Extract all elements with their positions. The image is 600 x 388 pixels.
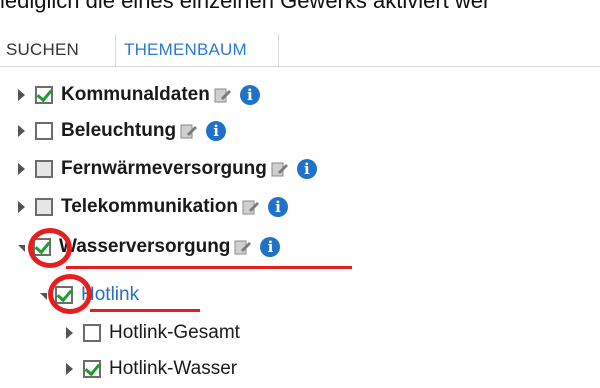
annotation-underline [90, 309, 200, 312]
info-icon[interactable]: i [296, 159, 317, 179]
collapse-arrow-icon[interactable] [40, 292, 47, 300]
checkbox[interactable] [83, 360, 101, 378]
edit-icon[interactable] [234, 238, 252, 256]
expand-arrow-icon[interactable] [18, 125, 25, 137]
tree-item-label: Kommunaldaten [61, 84, 210, 105]
annotation-circle [28, 228, 72, 268]
tree-item-hotlink-wasser[interactable]: Hotlink-Wasser [66, 354, 237, 384]
expand-arrow-icon[interactable] [66, 327, 73, 339]
annotation-underline [66, 266, 352, 269]
info-icon[interactable]: i [260, 237, 281, 257]
tree-item-label: Wasserversorgung [59, 236, 231, 257]
expand-arrow-icon[interactable] [18, 89, 25, 101]
tree-item-telekommunikation[interactable]: Telekommunikation i [18, 192, 289, 222]
tree-item-beleuchtung[interactable]: Beleuchtung i [18, 116, 227, 146]
info-icon[interactable]: i [268, 197, 289, 217]
tree-item-hotlink-gesamt[interactable]: Hotlink-Gesamt [66, 318, 240, 348]
edit-icon[interactable] [180, 122, 198, 140]
info-icon[interactable]: i [206, 121, 227, 141]
checkbox[interactable] [35, 160, 53, 178]
tree-item-label: Hotlink-Wasser [109, 358, 238, 379]
tree-item-label: Hotlink-Gesamt [109, 322, 240, 343]
tab-themenbaum[interactable]: THEMENBAUM [124, 40, 247, 60]
checkbox[interactable] [35, 198, 53, 216]
tree-item-kommunaldaten[interactable]: Kommunaldaten i [18, 80, 260, 110]
checkbox[interactable] [35, 86, 53, 104]
edit-icon[interactable] [214, 86, 232, 104]
tree-item-label: Telekommunikation [61, 196, 239, 217]
expand-arrow-icon[interactable] [66, 363, 73, 375]
tree-item-fernwaermeversorgung[interactable]: Fernwärmeversorgung i [18, 154, 317, 184]
tab-suchen[interactable]: SUCHEN [6, 40, 79, 60]
expand-arrow-icon[interactable] [18, 201, 25, 213]
edit-icon[interactable] [242, 198, 260, 216]
tree-item-label: Beleuchtung [61, 120, 177, 141]
tab-bar: SUCHEN THEMENBAUM [0, 34, 600, 67]
edit-icon[interactable] [271, 160, 289, 178]
tree-item-label: Fernwärmeversorgung [61, 158, 267, 179]
checkbox[interactable] [83, 324, 101, 342]
info-icon[interactable]: i [239, 85, 260, 105]
intro-text: lediglich die eines einzelnen Gewerks ak… [0, 0, 491, 13]
expand-arrow-icon[interactable] [18, 163, 25, 175]
collapse-arrow-icon[interactable] [18, 244, 25, 252]
annotation-circle [48, 274, 92, 314]
checkbox[interactable] [35, 122, 53, 140]
